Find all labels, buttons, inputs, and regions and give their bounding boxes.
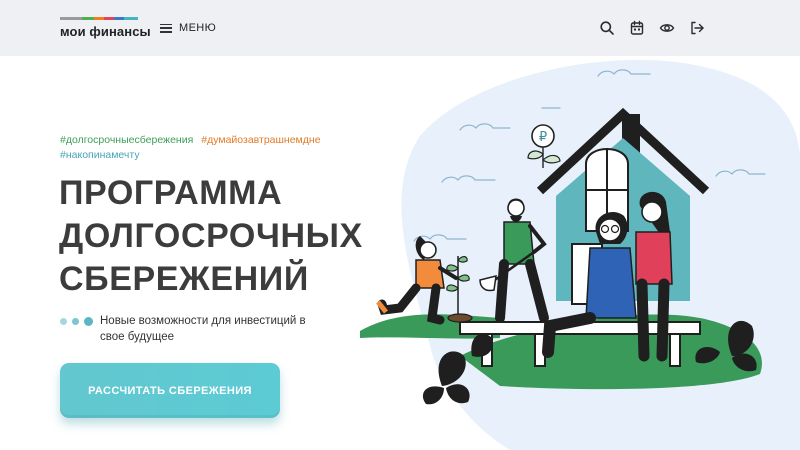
logo-text: мои финансы [60,24,151,39]
header-bar: мои финансы МЕНЮ [0,0,800,56]
page-title: ПРОГРАММА ДОЛГОСРОЧНЫХ СБЕРЕЖЕНИЙ [59,172,363,301]
hamburger-icon [160,23,172,33]
menu-label: МЕНЮ [179,22,217,34]
hero-illustration: ₽ [360,59,800,450]
calendar-icon[interactable] [629,20,645,36]
menu-button[interactable]: МЕНЮ [160,19,216,37]
hashtag[interactable]: #долгосрочныесбережения [60,133,193,148]
title-line: СБЕРЕЖЕНИЙ [59,260,309,298]
calculate-savings-button[interactable]: РАССЧИТАТЬ СБЕРЕЖЕНИЯ [60,363,280,418]
login-icon[interactable] [689,20,705,36]
logo-stripes [60,17,138,20]
svg-text:₽: ₽ [539,130,547,145]
hero-subtitle: Новые возможности для инвестиций в свое … [100,315,306,343]
eye-icon[interactable] [659,20,675,36]
decorative-dots [60,317,93,326]
logo[interactable]: мои финансы [60,17,151,39]
cta-label: РАССЧИТАТЬ СБЕРЕЖЕНИЯ [88,384,252,397]
search-icon[interactable] [599,20,615,36]
title-line: ПРОГРАММА [59,174,283,212]
header-icons [599,20,705,36]
hashtag[interactable]: #накопинамечту [60,148,140,163]
title-line: ДОЛГОСРОЧНЫХ [59,217,363,255]
hashtag-list: #долгосрочныесбережения #думайозавтрашнем… [60,133,360,163]
hashtag[interactable]: #думайозавтрашнемдне [201,133,320,148]
